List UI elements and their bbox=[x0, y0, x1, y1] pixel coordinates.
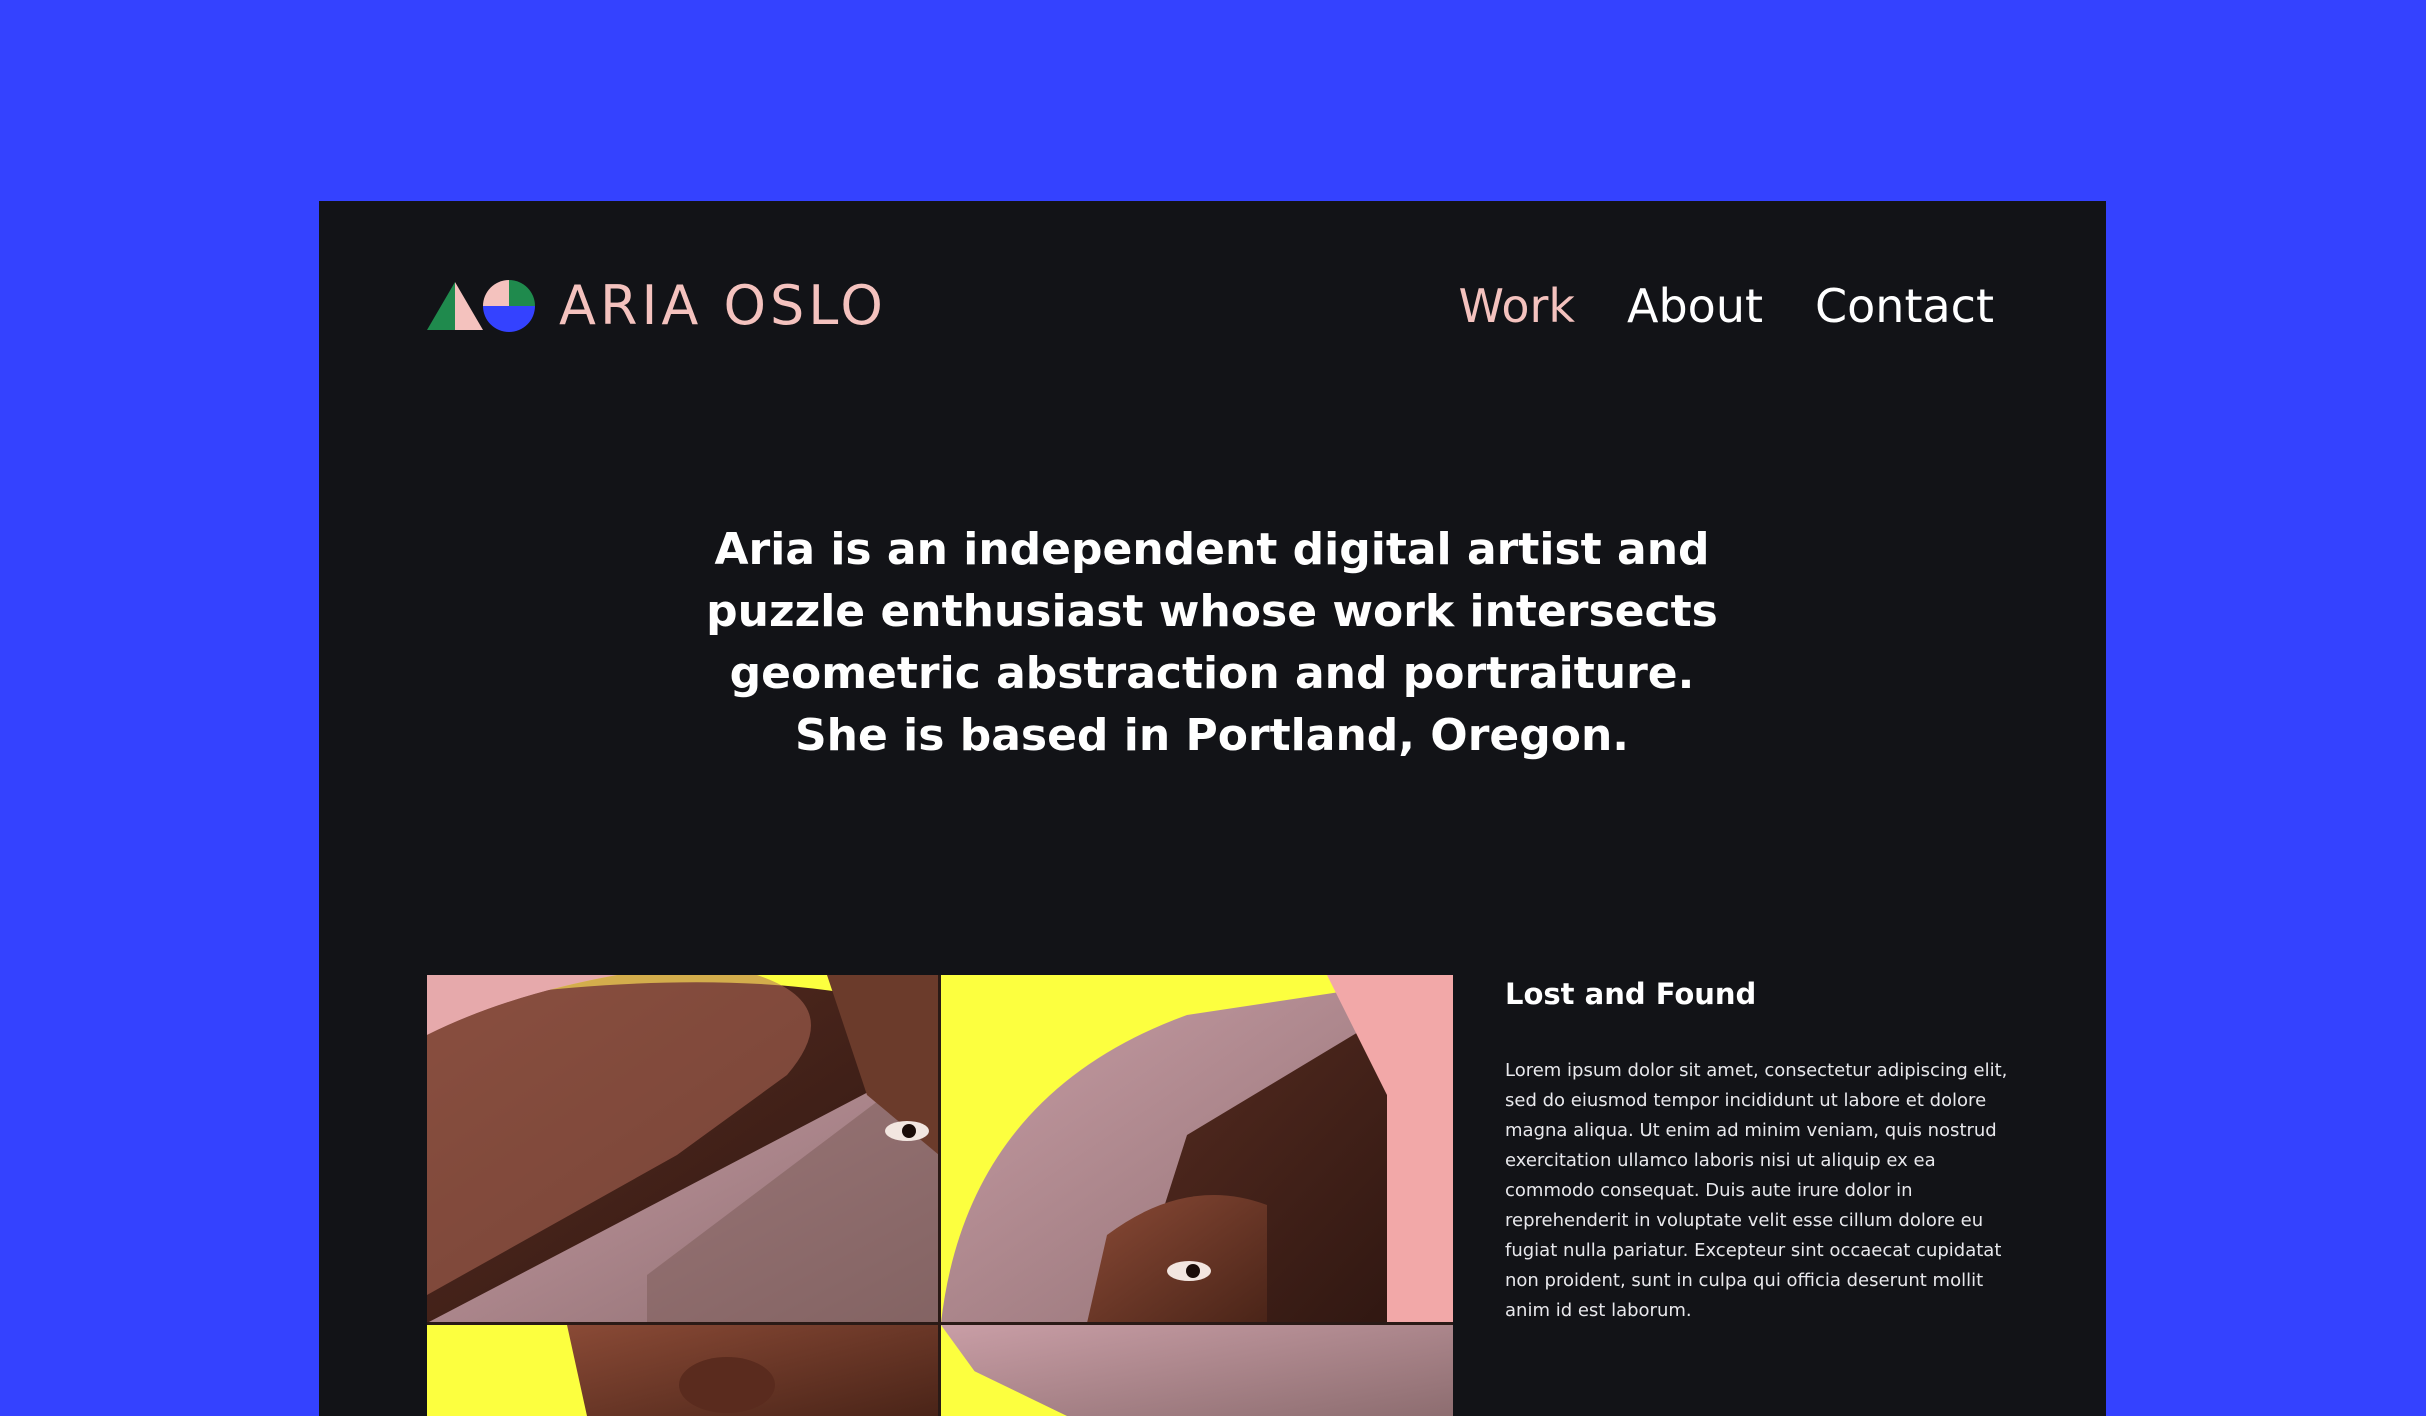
geometric-logo-icon bbox=[427, 280, 535, 332]
project-artwork-image[interactable] bbox=[427, 975, 1453, 1416]
nav-link-contact[interactable]: Contact bbox=[1815, 283, 1994, 329]
portfolio-page: ARIA OSLO Work About Contact Aria is an … bbox=[319, 201, 2106, 1416]
main-nav: Work About Contact bbox=[1407, 271, 1994, 341]
nav-link-about[interactable]: About bbox=[1627, 283, 1763, 329]
project-title[interactable]: Lost and Found bbox=[1505, 974, 1756, 1014]
brand-logo[interactable]: ARIA OSLO bbox=[427, 271, 887, 341]
intro-statement: Aria is an independent digital artist an… bbox=[706, 524, 1718, 761]
project-description: Lorem ipsum dolor sit amet, consectetur … bbox=[1505, 1060, 2008, 1321]
brand-name: ARIA OSLO bbox=[559, 274, 887, 337]
nav-link-work[interactable]: Work bbox=[1459, 283, 1575, 329]
